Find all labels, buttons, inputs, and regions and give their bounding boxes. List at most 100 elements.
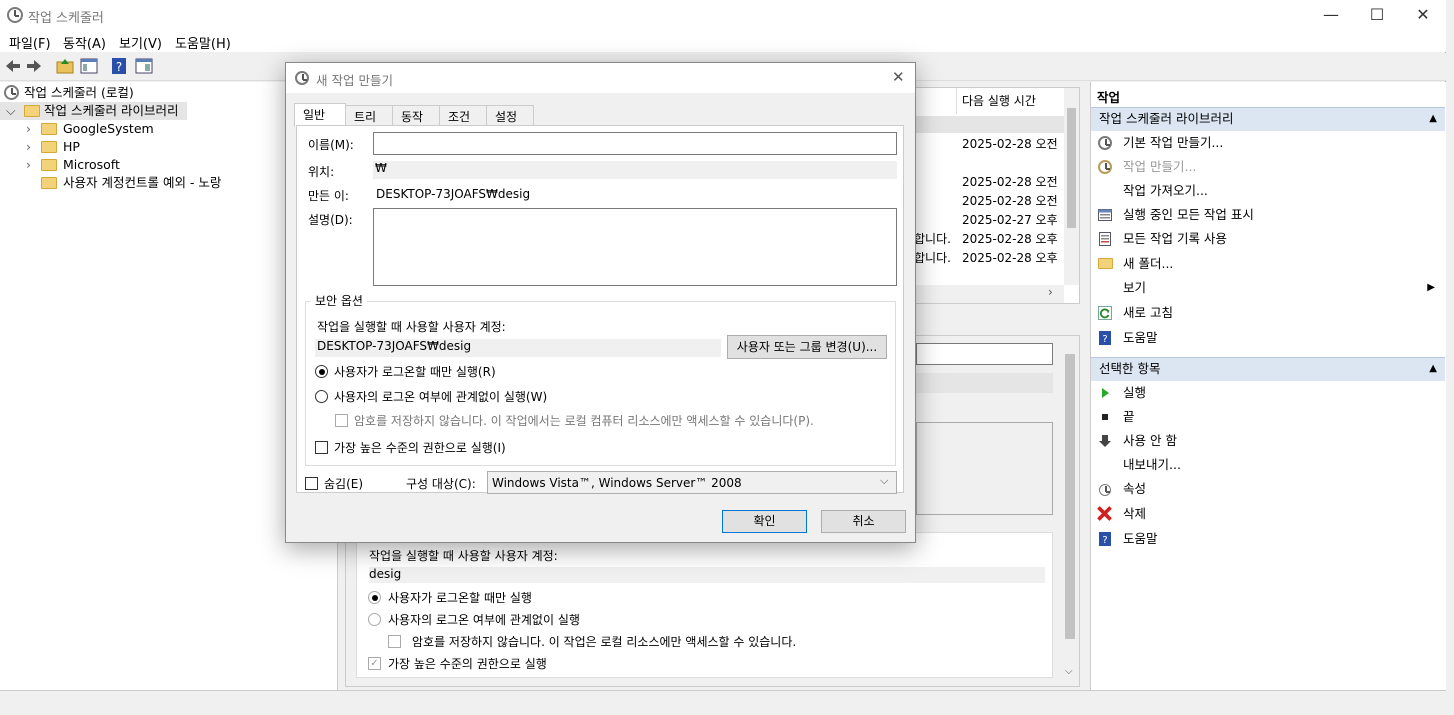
cancel-button[interactable]: 취소: [821, 510, 906, 533]
chevron-down-icon[interactable]: ⌵: [1065, 666, 1073, 677]
action-label: 삭제: [1123, 506, 1147, 521]
folder-up-icon[interactable]: [56, 57, 74, 75]
task-list-vscrollbar[interactable]: [1064, 88, 1079, 285]
tree-folder-label: 사용자 계정컨트롤 예외 - 노랑: [63, 175, 222, 190]
account-value: DESKTOP-73JOAFS₩desig: [315, 339, 721, 357]
hidden-label: 숨김(E): [324, 477, 364, 491]
checkbox-no-store-password[interactable]: [335, 414, 348, 427]
menu-view[interactable]: 보기(V): [119, 33, 162, 52]
action-view[interactable]: 보기 ▶: [1091, 276, 1445, 300]
account-value: desig: [369, 567, 1045, 583]
action-label: 작업 만들기...: [1123, 159, 1197, 174]
tab-conditions[interactable]: 조건: [439, 105, 487, 127]
action-end[interactable]: 끝: [1091, 405, 1445, 429]
tab-actions[interactable]: 동작: [392, 105, 440, 127]
chevron-right-icon[interactable]: ›: [1048, 285, 1053, 299]
section-selected-label: 선택한 항목: [1099, 361, 1161, 376]
action-help-selected[interactable]: ? 도움말: [1091, 527, 1445, 551]
configure-select[interactable]: Windows Vista™, Windows Server™ 2008 ⌵: [487, 471, 897, 494]
action-label: 새로 고침: [1123, 305, 1173, 320]
action-import-task[interactable]: 작업 가져오기...: [1091, 179, 1445, 203]
change-user-button[interactable]: 사용자 또는 그룹 변경(U)...: [727, 335, 887, 359]
section-selected[interactable]: 선택한 항목 ▲: [1091, 357, 1445, 381]
action-help[interactable]: ? 도움말: [1091, 326, 1445, 350]
action-disable[interactable]: 사용 안 함: [1091, 429, 1445, 453]
tab-general[interactable]: 일반: [294, 103, 346, 127]
no-store-password-label: 암호를 저장하지 않습니다. 이 작업에서는 로컬 컴퓨터 리소스에만 액세스할…: [354, 414, 814, 428]
menu-help[interactable]: 도움말(H): [175, 33, 231, 52]
action-show-running[interactable]: 실행 중인 모든 작업 표시: [1091, 203, 1445, 227]
no-store-password-label: 암호를 저장하지 않습니다. 이 작업은 로컬 리소스에만 액세스할 수 있습니…: [412, 635, 797, 649]
task-scheduler-icon: [295, 71, 309, 85]
action-label: 작업 가져오기...: [1123, 183, 1208, 198]
description-textarea[interactable]: [373, 208, 897, 286]
account-label: 작업을 실행할 때 사용할 사용자 계정:: [369, 549, 558, 563]
checkbox-highest-priv[interactable]: [315, 441, 328, 454]
actions-header: 작업: [1097, 90, 1121, 105]
chevron-down-icon[interactable]: ⌵: [6, 102, 15, 120]
tab-settings[interactable]: 설정: [486, 105, 534, 127]
action-run[interactable]: 실행: [1091, 381, 1445, 405]
dialog-title: 새 작업 만들기: [316, 73, 393, 88]
cell-next-run: 2025-02-28 오전 1: [962, 175, 1062, 189]
action-new-folder[interactable]: 새 폴더...: [1091, 252, 1445, 276]
scroll-thumb[interactable]: [1067, 108, 1076, 228]
running-tasks-icon: [1098, 209, 1112, 221]
action-refresh[interactable]: 새로 고침: [1091, 301, 1445, 325]
dialog-close-icon[interactable]: ✕: [892, 68, 905, 86]
chevron-down-icon[interactable]: ⌵: [880, 474, 888, 488]
help-icon[interactable]: ?: [110, 57, 128, 75]
author-value: DESKTOP-73JOAFS₩desig: [376, 187, 531, 201]
name-input[interactable]: [373, 132, 897, 155]
section-library[interactable]: 작업 스케줄러 라이브러리 ▲: [1091, 107, 1445, 131]
menu-file[interactable]: 파일(F): [9, 33, 51, 52]
checkbox-hidden[interactable]: [305, 477, 318, 490]
properties-vscrollbar[interactable]: ⌵: [1062, 336, 1078, 686]
chevron-right-icon[interactable]: ›: [26, 156, 31, 174]
section-library-label: 작업 스케줄러 라이브러리: [1099, 111, 1234, 126]
svg-text:?: ?: [1102, 535, 1107, 546]
show-hide-tree-icon[interactable]: [80, 57, 98, 75]
show-hide-actions-icon[interactable]: [135, 57, 153, 75]
action-delete[interactable]: 삭제: [1091, 502, 1445, 526]
readonly-field: [916, 343, 1053, 365]
action-enable-history[interactable]: 모든 작업 기록 사용: [1091, 227, 1445, 251]
highest-priv-label: 가장 높은 수준의 권한으로 실행(I): [334, 441, 506, 455]
configure-select-value: Windows Vista™, Windows Server™ 2008: [492, 476, 742, 490]
folder-icon: [41, 159, 57, 171]
refresh-icon: [1098, 306, 1112, 320]
column-header-next-run[interactable]: 다음 실행 시간: [956, 88, 1066, 114]
radio-logon-only[interactable]: [315, 365, 328, 378]
collapse-up-icon[interactable]: ▲: [1429, 358, 1437, 380]
forward-arrow-icon[interactable]: [25, 57, 43, 75]
radio-any-label: 사용자의 로그온 여부에 관계없이 실행: [388, 613, 580, 627]
action-create-task[interactable]: 작업 만들기...: [1091, 155, 1445, 179]
chevron-right-icon[interactable]: ›: [26, 120, 31, 138]
action-label: 도움말: [1123, 330, 1158, 345]
name-label: 이름(M):: [308, 138, 354, 152]
chevron-right-icon[interactable]: ›: [26, 138, 31, 156]
menu-action[interactable]: 동작(A): [63, 33, 106, 52]
description-label: 설명(D):: [308, 213, 353, 227]
radio-logon-only-label: 사용자가 로그온할 때만 실행(R): [334, 365, 496, 379]
scroll-thumb[interactable]: [1065, 354, 1075, 639]
back-arrow-icon[interactable]: [4, 57, 22, 75]
security-options-readonly: 작업을 실행할 때 사용할 사용자 계정: desig 사용자가 로그온할 때만…: [356, 532, 1053, 678]
radio-any[interactable]: [315, 390, 328, 403]
close-button[interactable]: ✕: [1400, 0, 1446, 30]
cell-next-run: 2025-02-28 오전 1: [962, 137, 1062, 151]
action-label: 도움말: [1123, 531, 1158, 546]
tab-triggers[interactable]: 트리거: [345, 105, 393, 146]
svg-text:?: ?: [116, 60, 122, 74]
collapse-up-icon[interactable]: ▲: [1429, 108, 1437, 130]
minimize-button[interactable]: —: [1308, 0, 1354, 30]
maximize-button[interactable]: ☐: [1354, 0, 1400, 30]
action-properties[interactable]: 속성: [1091, 477, 1445, 501]
folder-icon: [41, 141, 57, 153]
tree-folder-label: GoogleSystem: [63, 121, 154, 136]
tree-library[interactable]: ⌵ 작업 스케줄러 라이브러리: [0, 102, 187, 120]
ok-button[interactable]: 확인: [722, 510, 807, 533]
action-export[interactable]: 내보내기...: [1091, 453, 1445, 477]
readonly-field: [916, 373, 1053, 393]
action-create-basic-task[interactable]: 기본 작업 만들기...: [1091, 131, 1445, 155]
